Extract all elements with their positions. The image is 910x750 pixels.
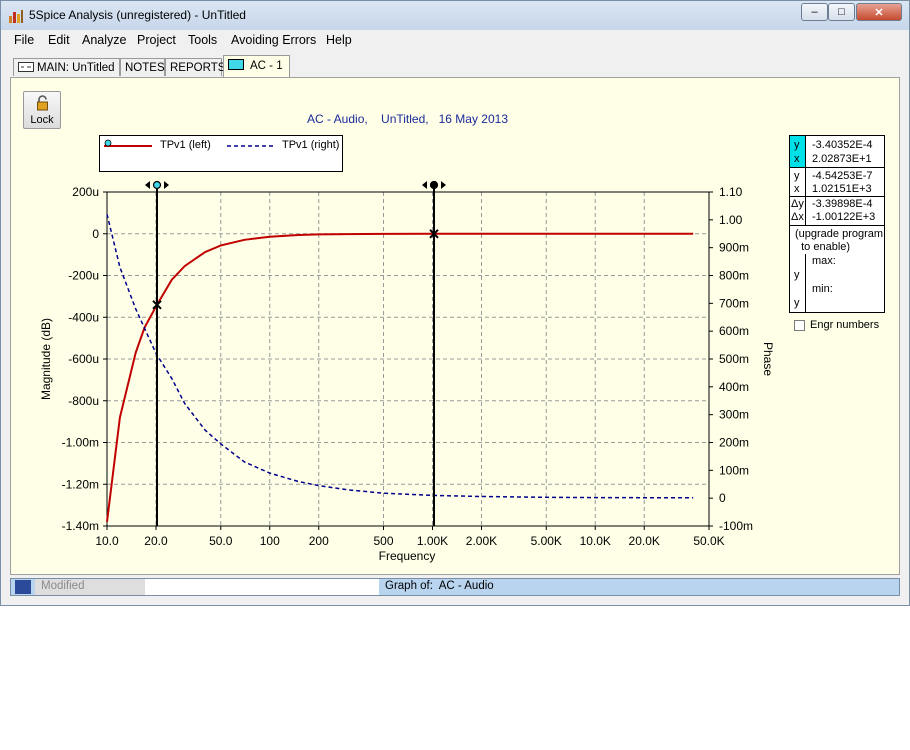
y2-tick-label: 300m <box>719 408 749 422</box>
bode-chart[interactable]: 10.0 20.0 50.0 100 200 500 1.00K 2.00K 5.00K 10.0… <box>1 1 910 607</box>
y-tick-label: -1.00m <box>62 436 99 450</box>
y-tick-label: -800u <box>68 394 99 408</box>
series-line-right <box>106 214 694 499</box>
x-tick-label: 1.00K <box>417 534 448 548</box>
x-tick-label: 20.0 <box>144 534 168 548</box>
min-label: min: <box>812 283 833 295</box>
x-tick-label: 10.0K <box>580 534 611 548</box>
max-label: max: <box>812 255 836 267</box>
delta-x-label: Δx <box>791 211 804 223</box>
x-tick-label: 20.0K <box>629 534 660 548</box>
y2-tick-label: 800m <box>719 269 749 283</box>
x-tick-label: 10.0 <box>95 534 119 548</box>
y2-tick-label: 500m <box>719 352 749 366</box>
x-tick-label: 200 <box>309 534 329 548</box>
series-line-left <box>106 232 694 522</box>
y2-tick-label: 200m <box>719 436 749 450</box>
x-tick-label: 500 <box>373 534 393 548</box>
engr-numbers-label: Engr numbers <box>810 319 880 331</box>
y-tick-label: -600u <box>68 352 99 366</box>
status-modified: Modified <box>35 579 145 595</box>
y2-tick-label: 0 <box>719 491 726 505</box>
save-disk-icon <box>15 580 31 594</box>
cursor-handle-2 <box>429 180 439 190</box>
y-tick-label: -400u <box>68 310 99 324</box>
y-tick-label: -1.40m <box>62 519 99 533</box>
x-tick-label: 50.0 <box>209 534 233 548</box>
y-tick-label: -1.20m <box>62 477 99 491</box>
y2-axis-label: Phase <box>761 342 775 376</box>
status-bar: Modified Graph of: AC - Audio <box>10 578 900 596</box>
min-y-label: y <box>794 297 800 309</box>
x-tick-label: 50.0K <box>693 534 724 548</box>
status-field <box>145 579 379 595</box>
x-tick-label: 100 <box>260 534 280 548</box>
c2-x-label: x <box>794 183 800 195</box>
y-axis-label: Magnitude (dB) <box>39 318 53 400</box>
y2-tick-label: 700m <box>719 296 749 310</box>
c1-y-value: -3.40352E-4 <box>812 139 873 151</box>
c2-x-value: 1.02151E+3 <box>812 183 872 195</box>
y-tick-label: 200u <box>72 185 99 199</box>
y2-tick-label: 900m <box>719 241 749 255</box>
y2-tick-label: -100m <box>719 519 753 533</box>
y2-tick-label: 1.10 <box>719 185 743 199</box>
engr-numbers-checkbox[interactable] <box>794 320 805 331</box>
cursor-handle-1 <box>152 180 162 190</box>
c1-x-label: x <box>794 153 800 165</box>
x-tick-label: 2.00K <box>466 534 497 548</box>
c2-y-value: -4.54253E-7 <box>812 170 873 182</box>
delta-y-label: Δy <box>791 198 804 210</box>
c1-x-value: 2.02873E+1 <box>812 153 872 165</box>
c1-y-label: y <box>794 139 800 151</box>
c2-y-label: y <box>794 170 800 182</box>
max-y-label: y <box>794 269 800 281</box>
cursor-readout: y -3.40352E-4 x 2.02873E+1 y -4.54253E-7… <box>789 135 885 313</box>
y2-tick-label: 400m <box>719 380 749 394</box>
y-tick-label: 0 <box>92 227 99 241</box>
y2-tick-label: 1.00 <box>719 213 743 227</box>
x-axis-label: Frequency <box>379 549 436 563</box>
delta-x-value: -1.00122E+3 <box>812 211 876 223</box>
y2-tick-label: 100m <box>719 463 749 477</box>
y2-tick-label: 600m <box>719 324 749 338</box>
status-graph-of: Graph of: AC - Audio <box>385 580 494 592</box>
app-window: 5Spice Analysis (unregistered) - UnTitle… <box>0 0 910 606</box>
upgrade-note: (upgrade program to enable) <box>795 228 884 253</box>
x-tick-label: 5.00K <box>531 534 562 548</box>
delta-y-value: -3.39898E-4 <box>812 198 873 210</box>
y-tick-label: -200u <box>68 269 99 283</box>
